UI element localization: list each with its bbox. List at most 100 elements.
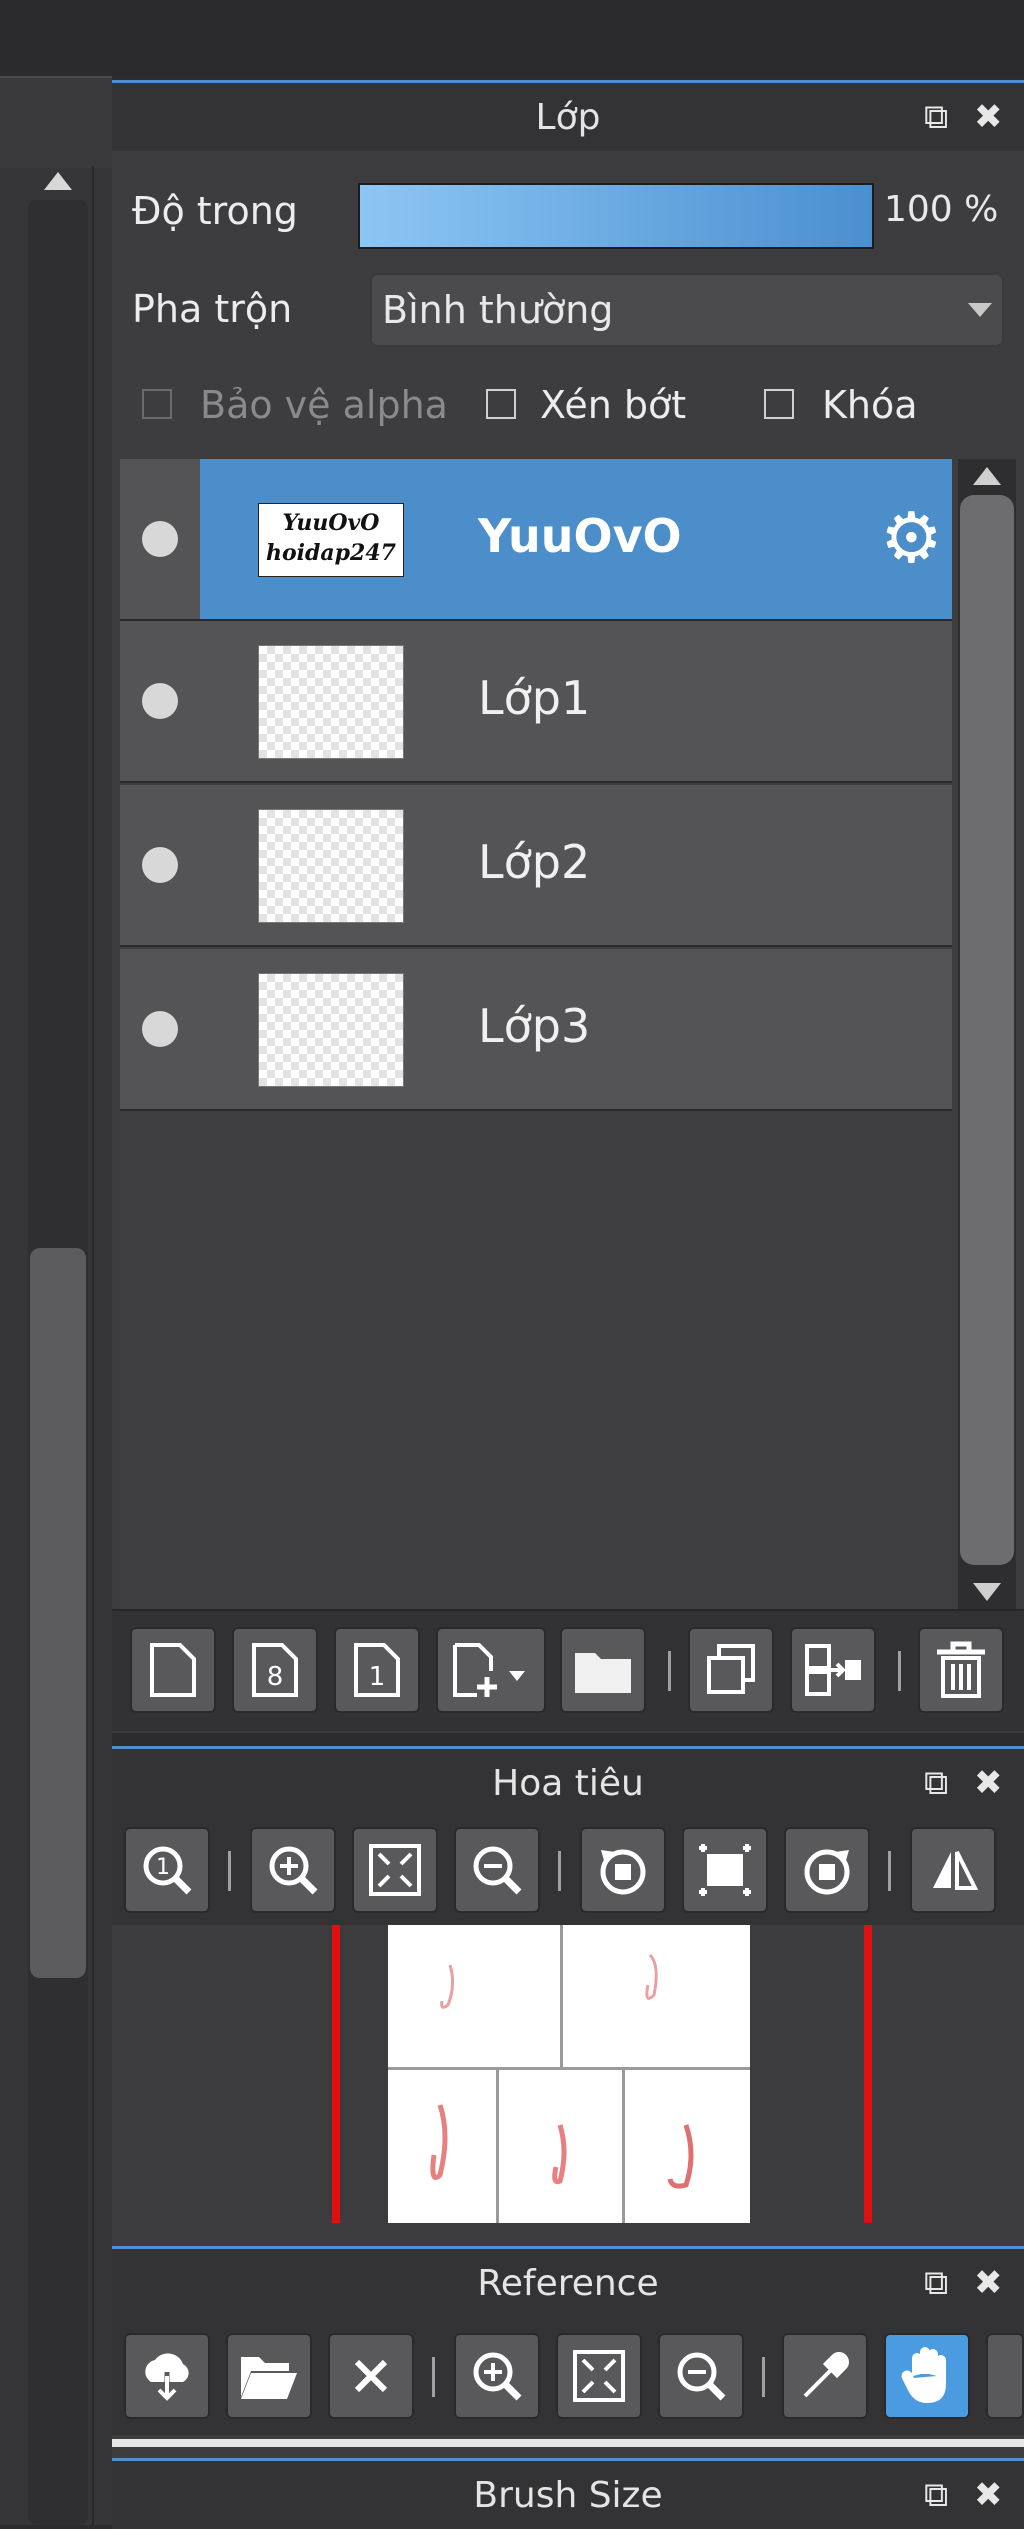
side-scrollbar-thumb[interactable] [30,1248,86,1978]
layer-panel-title: Lớp [112,83,1024,151]
toolbar-separator [558,1851,561,1891]
popout-icon[interactable]: ⧉ [924,2263,948,2303]
delete-layer-button[interactable] [918,1627,1004,1713]
trash-icon [937,1641,985,1698]
lock-checkbox[interactable] [764,389,794,419]
panel-divider [92,166,94,2525]
add-layer-dropdown-button[interactable] [436,1627,546,1713]
hand-tool-button[interactable] [884,2333,970,2419]
opacity-slider[interactable] [358,183,874,249]
layer-1bit-icon: 1 [354,1643,400,1697]
rotate-right-icon [804,1849,850,1895]
brush-size-title: Brush Size [112,2461,1024,2529]
open-file-button[interactable] [226,2333,312,2419]
more-tools-button[interactable] [986,2333,1024,2419]
flip-icon [933,1851,979,1890]
layer-name: YuuOvO [478,509,682,563]
fit-screen-icon [573,2350,625,2402]
rotate-left-icon [600,1849,646,1895]
visibility-toggle-icon[interactable] [142,521,178,557]
layer-toolbar: 8 1 [112,1609,1024,1731]
toolbar-separator [888,1851,891,1891]
flip-horizontal-button[interactable] [910,1827,996,1913]
new-page-icon [150,1643,196,1697]
alpha-protect-checkbox[interactable] [142,389,172,419]
fit-to-window-button[interactable] [352,1827,438,1913]
new-1bit-layer-button[interactable]: 1 [334,1627,420,1713]
layer-thumbnail [258,809,404,923]
close-icon[interactable]: ✖ [974,97,1003,137]
layer-8bit-icon: 8 [252,1643,298,1697]
popout-icon[interactable]: ⧉ [924,1763,948,1803]
reset-view-button[interactable] [682,1827,768,1913]
clipping-checkbox[interactable] [486,389,516,419]
rotate-right-button[interactable] [784,1827,870,1913]
visibility-toggle-icon[interactable] [142,683,178,719]
app-top-bar [0,0,1024,76]
clipping-label: Xén bớt [540,383,687,427]
toolbar-separator [668,1651,671,1691]
duplicate-icon [707,1644,755,1694]
merge-layer-button[interactable] [790,1627,876,1713]
close-icon[interactable]: ✖ [974,2263,1003,2303]
close-icon[interactable]: ✖ [974,2475,1003,2515]
scroll-up-arrow-icon[interactable] [44,172,72,190]
scroll-down-arrow-icon[interactable] [973,1583,1001,1601]
reference-toolbar [112,2317,1024,2435]
svg-text:1: 1 [369,1662,386,1692]
layer-name: Lớp1 [478,671,591,725]
import-image-button[interactable] [124,2333,210,2419]
reference-zoom-out-button[interactable] [658,2333,744,2419]
side-strip-header [0,76,112,168]
blend-mode-label: Pha trộn [132,287,293,331]
layer-name: Lớp2 [478,835,591,889]
lock-label: Khóa [822,383,918,427]
layer-row-lop1[interactable]: Lớp1 [120,621,952,783]
x-icon [354,2359,388,2393]
alpha-protect-label: Bảo vệ alpha [200,383,448,427]
reference-image-strip [112,2439,1024,2447]
sketch-strokes [430,1953,694,2189]
hand-icon [901,2347,946,2404]
zoom-out-button[interactable] [454,1827,540,1913]
layer-settings-gear-icon[interactable]: ⚙ [880,503,943,573]
folder-open-icon [241,2357,297,2399]
visibility-toggle-icon[interactable] [142,1011,178,1047]
reference-zoom-in-button[interactable] [454,2333,540,2419]
zoom-actual-size-button[interactable]: 1 [124,1827,210,1913]
brush-size-panel: Brush Size ⧉ ✖ [112,2458,1024,2529]
add-layer-icon [453,1643,525,1697]
layer-thumbnail [258,645,404,759]
thumbnail-text-1: YuuOvO [282,510,380,536]
new-8bit-layer-button[interactable]: 8 [232,1627,318,1713]
layer-thumbnail [258,973,404,1087]
reference-title: Reference [112,2249,1024,2317]
zoom-in-button[interactable] [250,1827,336,1913]
close-icon[interactable]: ✖ [974,1763,1003,1803]
zoom-out-icon [473,1846,522,1895]
new-folder-button[interactable] [560,1627,646,1713]
toolbar-separator [898,1651,901,1691]
layer-row-lop2[interactable]: Lớp2 [120,785,952,947]
layer-name: Lớp3 [478,999,591,1053]
zoom-out-icon [677,2352,726,2401]
new-layer-button[interactable] [130,1627,216,1713]
toolbar-separator [228,1851,231,1891]
duplicate-layer-button[interactable] [688,1627,774,1713]
visibility-toggle-icon[interactable] [142,847,178,883]
popout-icon[interactable]: ⧉ [924,97,948,137]
layer-list-scroll-thumb[interactable] [960,495,1014,1565]
eyedropper-button[interactable] [782,2333,868,2419]
blend-mode-select[interactable]: Bình thường [370,273,1004,347]
reference-panel: Reference ⧉ ✖ [112,2246,1024,2461]
chevron-down-icon [968,303,992,317]
cloud-download-icon [145,2353,189,2404]
rotate-left-button[interactable] [580,1827,666,1913]
navigator-toolbar: 1 [112,1817,1024,1925]
reference-fit-button[interactable] [556,2333,642,2419]
popout-icon[interactable]: ⧉ [924,2475,948,2515]
layer-row-lop3[interactable]: Lớp3 [120,949,952,1111]
layer-row-yuuovo[interactable]: YuuOvO hoidap247 YuuOvO ⚙ [120,459,952,621]
scroll-up-arrow-icon[interactable] [973,467,1001,485]
close-reference-button[interactable] [328,2333,414,2419]
